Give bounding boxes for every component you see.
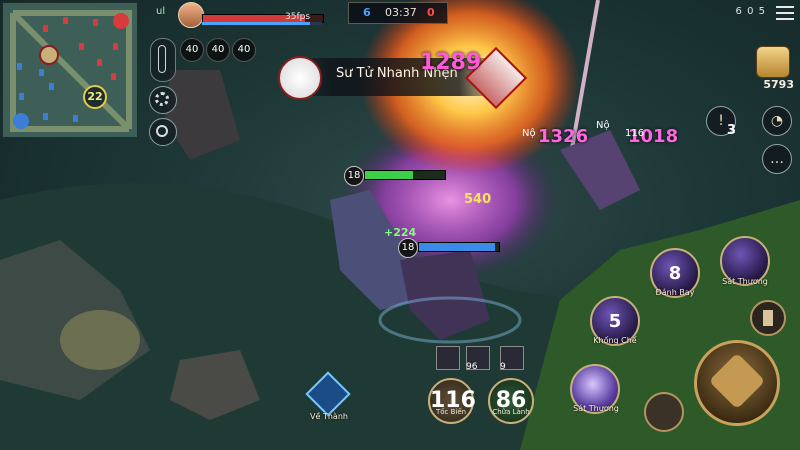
recall-label: Về Thành bbox=[310, 412, 348, 421]
rock bbox=[165, 70, 240, 160]
skill-1-label: Đánh Bay bbox=[655, 288, 695, 297]
minimap-badge: 22 bbox=[83, 85, 107, 109]
minimap-map bbox=[10, 10, 132, 132]
signal-indicator: ul bbox=[156, 6, 166, 17]
damage-number: 116 bbox=[625, 128, 645, 139]
target-icon bbox=[156, 125, 168, 137]
flash-spell-button[interactable]: 116 Tốc Biến bbox=[428, 378, 476, 424]
item-count: 96 bbox=[466, 362, 478, 372]
buff-glow bbox=[60, 310, 140, 370]
menu-icon[interactable] bbox=[776, 6, 794, 20]
gold-gain: 540 bbox=[464, 192, 492, 207]
kda-stats[interactable]: 6 0 5 bbox=[736, 6, 766, 17]
damage-number: 1289 bbox=[420, 50, 482, 75]
extra-skill-button[interactable] bbox=[644, 392, 684, 432]
chat-icon: … bbox=[770, 151, 784, 167]
shop-icon[interactable] bbox=[756, 46, 790, 78]
skill-2-label: Sát Thương bbox=[722, 277, 768, 286]
item-slot[interactable] bbox=[436, 346, 460, 370]
gear-icon bbox=[155, 92, 169, 106]
heal-label: Chữa Lành bbox=[492, 408, 530, 416]
enemy-level: 18 bbox=[344, 166, 364, 186]
combat-tag: Nộ bbox=[522, 128, 536, 139]
recall-button[interactable]: Về Thành bbox=[305, 371, 352, 421]
recall-icon bbox=[305, 371, 351, 417]
lock-icon bbox=[158, 45, 166, 73]
alert-count: 3 bbox=[727, 123, 737, 138]
fps-counter: 35fps bbox=[285, 12, 311, 22]
player-unit-health-bar bbox=[418, 242, 500, 252]
minimap[interactable]: 22 bbox=[2, 2, 138, 138]
killer-portrait bbox=[278, 56, 322, 100]
horn-icon: ◔ bbox=[770, 113, 784, 129]
item-count: 9 bbox=[500, 362, 506, 372]
player-level: 18 bbox=[398, 238, 418, 258]
red-team-kills: 0 bbox=[427, 6, 435, 19]
flash-label: Tốc Biến bbox=[435, 408, 467, 416]
enemy-health-bar bbox=[364, 170, 446, 180]
cooldown-chip: 40 bbox=[232, 38, 256, 62]
match-timer: 03:37 bbox=[385, 6, 417, 19]
skill-4-label: Sát Thương bbox=[573, 404, 619, 413]
cooldown-chip: 40 bbox=[206, 38, 230, 62]
attack-button[interactable] bbox=[694, 340, 780, 426]
lock-camera-toggle[interactable] bbox=[150, 38, 176, 82]
player-mana-bar bbox=[202, 22, 322, 25]
fox-icon bbox=[708, 352, 766, 410]
signal-button[interactable]: ◔ bbox=[762, 106, 792, 136]
exclamation-icon: ! bbox=[718, 113, 724, 129]
gold-amount: 5793 bbox=[763, 78, 794, 91]
player-portrait[interactable] bbox=[178, 2, 204, 28]
totem-icon bbox=[763, 310, 773, 326]
heal-spell-button[interactable]: 86 Chữa Lành bbox=[488, 378, 534, 424]
scan-button[interactable] bbox=[149, 118, 177, 146]
blue-team-kills: 6 bbox=[363, 6, 371, 19]
chat-button[interactable]: … bbox=[762, 144, 792, 174]
settings-button[interactable] bbox=[149, 86, 177, 114]
combat-tag: Nộ bbox=[596, 120, 610, 131]
cooldown-chip: 40 bbox=[180, 38, 204, 62]
skill-1-cooldown: 8 bbox=[668, 263, 682, 284]
skill-3-label: Khống Chế bbox=[593, 336, 637, 345]
heal-number: +224 bbox=[384, 226, 417, 239]
item-active-button[interactable] bbox=[750, 300, 786, 336]
skill-3-cooldown: 5 bbox=[608, 311, 622, 332]
scoreboard[interactable]: 6 03:37 0 bbox=[348, 2, 448, 24]
damage-number: 1326 bbox=[538, 126, 589, 147]
